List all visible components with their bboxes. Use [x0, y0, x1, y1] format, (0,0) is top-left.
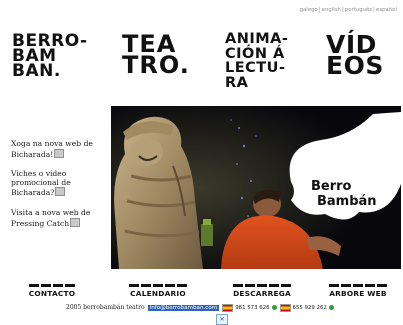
link-icon — [54, 148, 65, 158]
news-item-bicharada-video[interactable]: Viches o vídeo promocional de Bicharada? — [11, 169, 111, 198]
footer: 2005 berrobambán teatro info@berrobamban… — [66, 303, 334, 312]
theatre-scene-image: Berro Bambán — [111, 106, 401, 269]
videos-label: VÍD EOS — [326, 30, 384, 80]
lang-galego[interactable]: galego — [300, 7, 318, 13]
news-item-pressing-catch[interactable]: Visita a nova web de Pressing Catch — [11, 208, 111, 228]
nav-marker-icon — [118, 284, 198, 287]
copyright-text: 2005 berrobambán teatro — [66, 304, 145, 311]
nav-calendario-label: CALENDARIO — [130, 288, 186, 298]
lang-portugues[interactable]: português — [345, 7, 372, 13]
phone-2: 655 929 262 — [279, 303, 334, 312]
phone-status-icon — [271, 305, 277, 310]
news-item-bicharada-web[interactable]: Xoga na nova web de Bicharada! — [11, 139, 111, 159]
berro-bamban-label: BERRO- BAM BAN. — [12, 31, 88, 81]
phone-1: 981 573 626 — [222, 303, 277, 312]
teatro-link[interactable]: TEA TRO. — [122, 32, 190, 77]
nav-arbore-web[interactable]: ARBORE WEB — [318, 284, 398, 298]
animacion-label: ANIMA- CIÓN Á LECTU- RA — [225, 31, 289, 91]
animacion-lectura-link[interactable]: ANIMA- CIÓN Á LECTU- RA — [225, 32, 288, 90]
logo-line1: Berro — [311, 179, 352, 194]
phone-status-icon — [328, 305, 334, 310]
theatre-photo: Berro Bambán — [111, 106, 401, 269]
link-icon — [55, 187, 66, 197]
language-selector: galego|english|português|español — [299, 7, 397, 13]
nav-descarrega-label: DESCARREGA — [233, 288, 291, 298]
logo-line2: Bambán — [317, 194, 377, 209]
videos-link[interactable]: VÍD EOS — [326, 32, 384, 78]
nav-descarrega[interactable]: DESCARREGA — [222, 284, 302, 298]
lang-espanol[interactable]: español — [376, 7, 397, 13]
nav-marker-icon — [222, 284, 302, 287]
teatro-label: TEA TRO. — [122, 30, 190, 79]
lang-english[interactable]: english — [322, 7, 341, 13]
nav-contacto[interactable]: CONTACTO — [20, 284, 84, 298]
berro-bamban-link[interactable]: BERRO- BAM BAN. — [12, 31, 88, 81]
spain-flag-icon — [222, 303, 234, 312]
nav-marker-icon — [318, 284, 398, 287]
nav-calendario[interactable]: CALENDARIO — [118, 284, 198, 298]
spain-flag-icon — [279, 303, 291, 312]
phone-1-number: 981 573 626 — [235, 304, 270, 311]
link-icon — [70, 217, 81, 227]
close-icon[interactable]: ✕ — [216, 314, 228, 325]
nav-arbore-label: ARBORE WEB — [329, 288, 387, 298]
phone-2-number: 655 929 262 — [292, 304, 327, 311]
news-text: Xoga na nova web de Bicharada! — [11, 139, 93, 159]
email-link[interactable]: info@berrobamban.com — [147, 304, 220, 311]
nav-contacto-label: CONTACTO — [28, 288, 76, 298]
nav-marker-icon — [20, 284, 84, 287]
